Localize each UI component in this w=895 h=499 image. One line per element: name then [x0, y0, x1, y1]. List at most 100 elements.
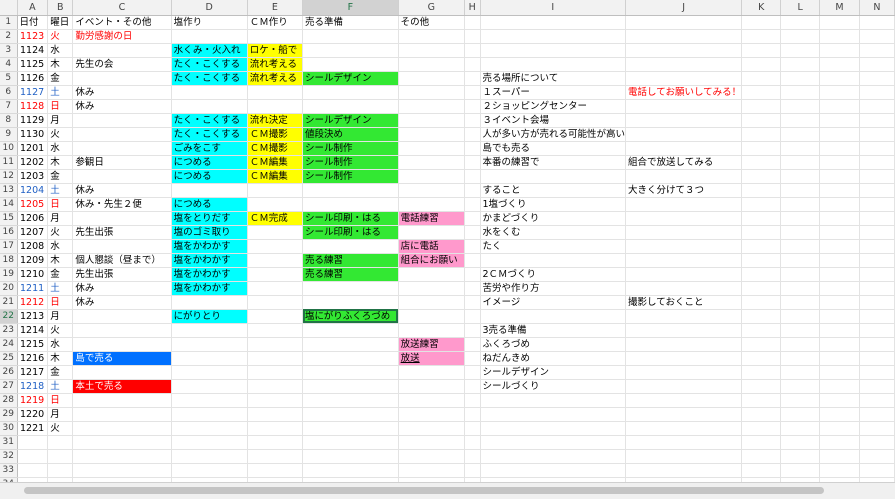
- cell-h25[interactable]: [464, 351, 481, 366]
- column-header-d[interactable]: D: [171, 0, 248, 16]
- cell-m28[interactable]: [819, 393, 860, 408]
- cell-h1[interactable]: [464, 15, 481, 30]
- cell-k32[interactable]: [741, 449, 782, 464]
- cell-h14[interactable]: [464, 197, 481, 212]
- cell-l19[interactable]: [780, 267, 821, 282]
- cell-n24[interactable]: [859, 337, 895, 352]
- row-header[interactable]: 4: [0, 57, 18, 72]
- cell-j2[interactable]: [625, 29, 743, 44]
- cell-c28[interactable]: [72, 393, 172, 408]
- cell-m15[interactable]: [819, 211, 860, 226]
- cell-f19[interactable]: 売る練習: [302, 267, 399, 282]
- cell-l1[interactable]: [780, 15, 821, 30]
- cell-b32[interactable]: [47, 449, 74, 464]
- cell-e7[interactable]: [247, 99, 304, 114]
- cell-h27[interactable]: [464, 379, 481, 394]
- cell-h2[interactable]: [464, 29, 481, 44]
- cell-b9[interactable]: 火: [47, 127, 74, 142]
- cell-n31[interactable]: [859, 435, 895, 450]
- cell-g15[interactable]: 電話練習: [398, 211, 465, 226]
- cell-a7[interactable]: 1128: [17, 99, 49, 114]
- cell-i2[interactable]: [480, 29, 627, 44]
- cell-d1[interactable]: 塩作り: [171, 15, 248, 30]
- row-header[interactable]: 27: [0, 379, 18, 394]
- cell-c22[interactable]: [72, 309, 172, 324]
- cell-e20[interactable]: [247, 281, 304, 296]
- cell-g7[interactable]: [398, 99, 465, 114]
- cell-i7[interactable]: ２ショッピングセンター: [480, 99, 627, 114]
- cell-e32[interactable]: [247, 449, 304, 464]
- cell-k25[interactable]: [741, 351, 782, 366]
- cell-l27[interactable]: [780, 379, 821, 394]
- cell-d3[interactable]: 水くみ・火入れ: [171, 43, 248, 58]
- cell-b16[interactable]: 火: [47, 225, 74, 240]
- cell-l23[interactable]: [780, 323, 821, 338]
- cell-f16[interactable]: シール印刷・はる: [302, 225, 399, 240]
- cell-b31[interactable]: [47, 435, 74, 450]
- cell-c5[interactable]: [72, 71, 172, 86]
- cell-j18[interactable]: [625, 253, 743, 268]
- cell-h8[interactable]: [464, 113, 481, 128]
- cell-c8[interactable]: [72, 113, 172, 128]
- cell-j21[interactable]: 撮影しておくこと: [625, 295, 743, 310]
- cell-c1[interactable]: イベント・その他: [72, 15, 172, 30]
- cell-e30[interactable]: [247, 421, 304, 436]
- cell-c4[interactable]: 先生の会: [72, 57, 172, 72]
- cell-b17[interactable]: 水: [47, 239, 74, 254]
- cell-d32[interactable]: [171, 449, 248, 464]
- cell-h31[interactable]: [464, 435, 481, 450]
- cell-d13[interactable]: [171, 183, 248, 198]
- cell-m13[interactable]: [819, 183, 860, 198]
- row-header[interactable]: 18: [0, 253, 18, 268]
- cell-g25[interactable]: 放送: [398, 351, 465, 366]
- cell-k7[interactable]: [741, 99, 782, 114]
- cell-g5[interactable]: [398, 71, 465, 86]
- cell-i22[interactable]: [480, 309, 627, 324]
- column-header-l[interactable]: L: [780, 0, 821, 16]
- column-header-j[interactable]: J: [625, 0, 743, 16]
- cell-i30[interactable]: [480, 421, 627, 436]
- cell-n30[interactable]: [859, 421, 895, 436]
- cell-n17[interactable]: [859, 239, 895, 254]
- row-header[interactable]: 32: [0, 449, 18, 464]
- cell-g18[interactable]: 組合にお願い: [398, 253, 465, 268]
- cell-e11[interactable]: ＣＭ編集: [247, 155, 304, 170]
- cell-e3[interactable]: ロケ・船で: [247, 43, 304, 58]
- cell-j28[interactable]: [625, 393, 743, 408]
- cell-j14[interactable]: [625, 197, 743, 212]
- cell-c19[interactable]: 先生出張: [72, 267, 172, 282]
- cell-h12[interactable]: [464, 169, 481, 184]
- cell-a1[interactable]: 日付: [17, 15, 49, 30]
- cell-g3[interactable]: [398, 43, 465, 58]
- cell-k4[interactable]: [741, 57, 782, 72]
- cell-h19[interactable]: [464, 267, 481, 282]
- cell-m10[interactable]: [819, 141, 860, 156]
- cell-m29[interactable]: [819, 407, 860, 422]
- column-header-e[interactable]: E: [247, 0, 304, 16]
- cell-j11[interactable]: 組合で放送してみる: [625, 155, 743, 170]
- cell-a30[interactable]: 1221: [17, 421, 49, 436]
- cell-l31[interactable]: [780, 435, 821, 450]
- cell-l17[interactable]: [780, 239, 821, 254]
- cell-m19[interactable]: [819, 267, 860, 282]
- cell-f24[interactable]: [302, 337, 399, 352]
- cell-f5[interactable]: シールデザイン: [302, 71, 399, 86]
- cell-d6[interactable]: [171, 85, 248, 100]
- cell-m22[interactable]: [819, 309, 860, 324]
- column-header-g[interactable]: G: [398, 0, 465, 16]
- cell-f31[interactable]: [302, 435, 399, 450]
- cell-a24[interactable]: 1215: [17, 337, 49, 352]
- cell-e24[interactable]: [247, 337, 304, 352]
- cell-e2[interactable]: [247, 29, 304, 44]
- cell-f12[interactable]: シール制作: [302, 169, 399, 184]
- cell-e22[interactable]: [247, 309, 304, 324]
- cell-d2[interactable]: [171, 29, 248, 44]
- cell-g30[interactable]: [398, 421, 465, 436]
- cell-i1[interactable]: [480, 15, 627, 30]
- row-header[interactable]: 17: [0, 239, 18, 254]
- cell-f1[interactable]: 売る準備: [302, 15, 399, 30]
- cell-n25[interactable]: [859, 351, 895, 366]
- cell-m25[interactable]: [819, 351, 860, 366]
- cell-n21[interactable]: [859, 295, 895, 310]
- cell-i9[interactable]: 人が多い方が売れる可能性が高い: [480, 127, 627, 142]
